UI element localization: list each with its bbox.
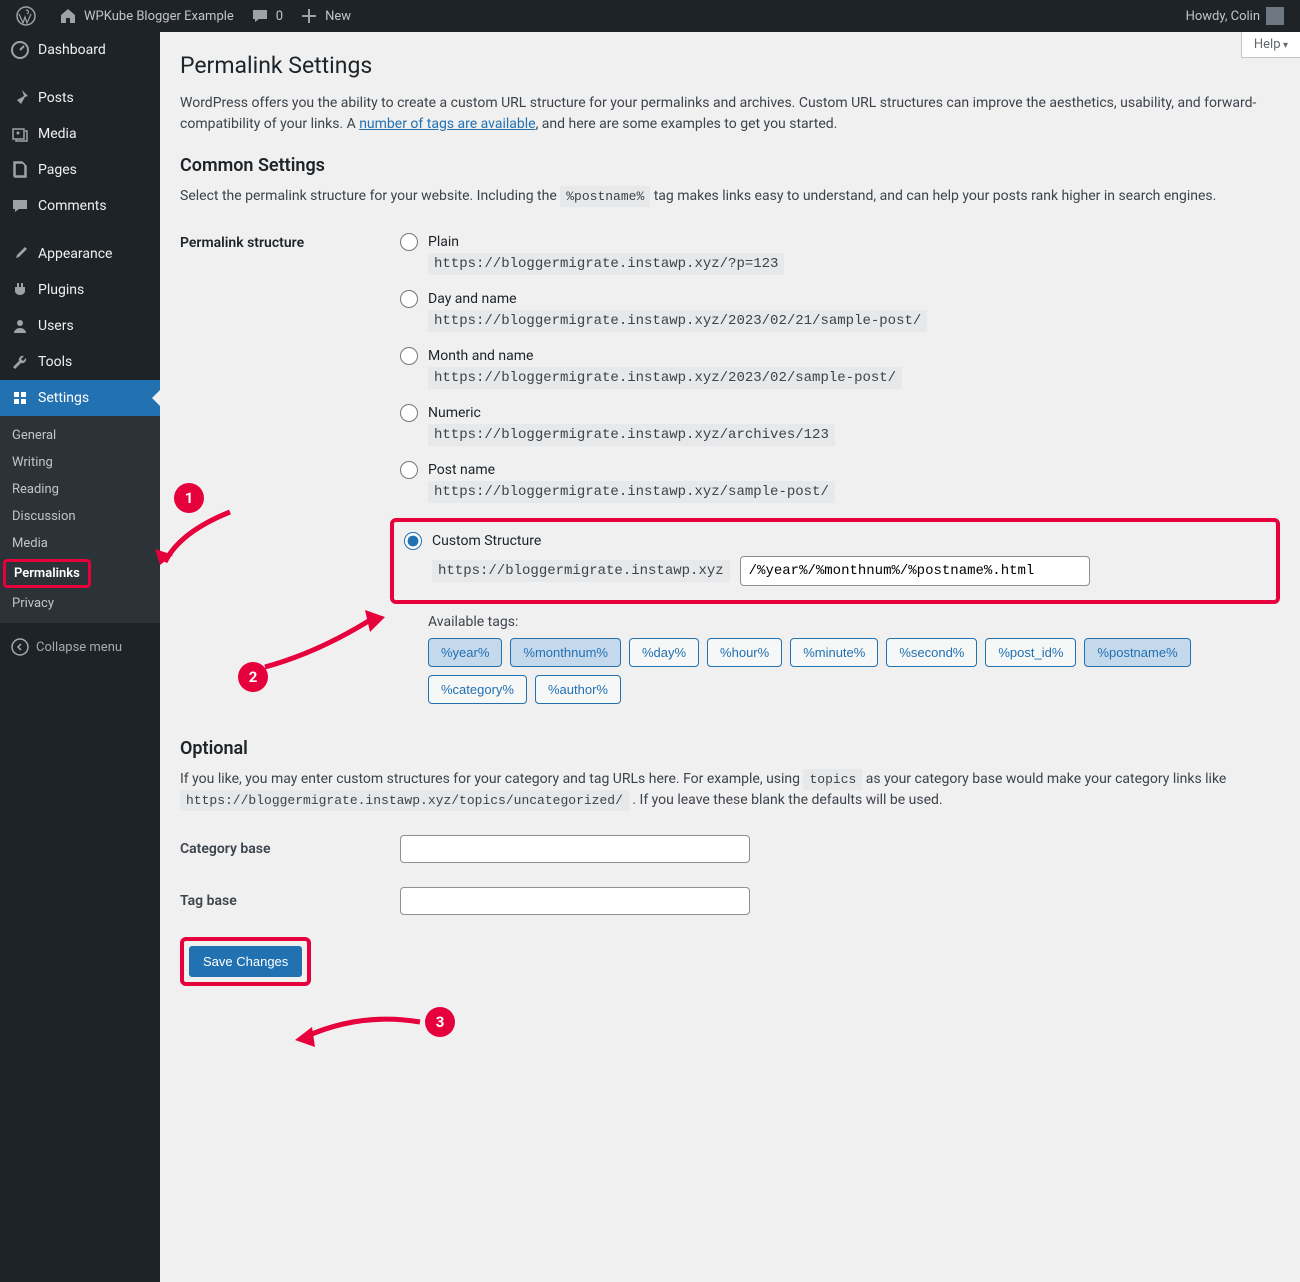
settings-icon [10, 388, 30, 408]
plus-icon [299, 6, 319, 26]
annotation-arrow-2 [260, 592, 390, 672]
url-monthname: https://bloggermigrate.instawp.xyz/2023/… [428, 367, 902, 389]
label-custom[interactable]: Custom Structure [432, 533, 541, 549]
menu-appearance[interactable]: Appearance [0, 236, 160, 272]
label-plain[interactable]: Plain [428, 234, 459, 250]
tag-hour[interactable]: %hour% [707, 638, 782, 667]
tag-base-label: Tag base [180, 893, 400, 909]
new-label: New [325, 9, 351, 24]
radio-custom[interactable] [404, 532, 422, 550]
wordpress-icon [16, 6, 36, 26]
tag-author[interactable]: %author% [535, 675, 621, 704]
content-area: Help Permalink Settings WordPress offers… [160, 32, 1300, 1282]
page-title: Permalink Settings [180, 52, 1280, 79]
menu-media[interactable]: Media [0, 116, 160, 152]
tools-icon [10, 352, 30, 372]
comment-icon [10, 196, 30, 216]
tag-monthnum[interactable]: %monthnum% [510, 638, 621, 667]
tag-year[interactable]: %year% [428, 638, 502, 667]
collapse-menu[interactable]: Collapse menu [0, 629, 160, 665]
sub-privacy[interactable]: Privacy [0, 590, 160, 617]
common-settings-heading: Common Settings [180, 155, 1280, 176]
category-base-input[interactable] [400, 835, 750, 863]
label-numeric[interactable]: Numeric [428, 405, 481, 421]
custom-base-url: https://bloggermigrate.instawp.xyz [432, 560, 730, 582]
tag-post_id[interactable]: %post_id% [985, 638, 1076, 667]
custom-structure-block: Custom Structure https://bloggermigrate.… [390, 518, 1280, 604]
new-link[interactable]: New [291, 0, 359, 32]
radio-plain[interactable] [400, 233, 418, 251]
sub-general[interactable]: General [0, 422, 160, 449]
sub-writing[interactable]: Writing [0, 449, 160, 476]
topics-url-code: https://bloggermigrate.instawp.xyz/topic… [180, 790, 629, 811]
menu-plugins[interactable]: Plugins [0, 272, 160, 308]
media-icon [10, 124, 30, 144]
available-tags-label: Available tags: [428, 614, 1280, 630]
dashboard-icon [10, 40, 30, 60]
howdy-text: Howdy, Colin [1186, 9, 1260, 24]
tag-postname[interactable]: %postname% [1084, 638, 1190, 667]
collapse-icon [10, 637, 30, 657]
url-plain: https://bloggermigrate.instawp.xyz/?p=12… [428, 253, 784, 275]
comments-link[interactable]: 0 [242, 0, 291, 32]
tag-minute[interactable]: %minute% [790, 638, 878, 667]
site-link[interactable]: WPKube Blogger Example [50, 0, 242, 32]
tag-day[interactable]: %day% [629, 638, 699, 667]
plugin-icon [10, 280, 30, 300]
intro-text: WordPress offers you the ability to crea… [180, 93, 1280, 135]
annotation-2: 2 [238, 662, 268, 692]
topics-code: topics [803, 769, 862, 790]
radio-postname[interactable] [400, 461, 418, 479]
users-icon [10, 316, 30, 336]
common-desc: Select the permalink structure for your … [180, 186, 1280, 207]
label-postname[interactable]: Post name [428, 462, 495, 478]
menu-settings[interactable]: Settings [0, 380, 160, 416]
account-link[interactable]: Howdy, Colin [1178, 0, 1292, 32]
annotation-1: 1 [174, 483, 204, 513]
menu-users[interactable]: Users [0, 308, 160, 344]
wp-logo[interactable] [8, 0, 50, 32]
url-postname: https://bloggermigrate.instawp.xyz/sampl… [428, 481, 835, 503]
radio-dayname[interactable] [400, 290, 418, 308]
label-dayname[interactable]: Day and name [428, 291, 517, 307]
radio-monthname[interactable] [400, 347, 418, 365]
sub-permalinks[interactable]: Permalinks [3, 559, 91, 588]
optional-heading: Optional [180, 738, 1280, 759]
custom-structure-input[interactable] [740, 556, 1090, 586]
site-name: WPKube Blogger Example [84, 9, 234, 24]
pin-icon [10, 88, 30, 108]
tag-second[interactable]: %second% [886, 638, 977, 667]
admin-sidebar: Dashboard Posts Media Pages Comments App… [0, 32, 160, 1282]
home-icon [58, 6, 78, 26]
menu-pages[interactable]: Pages [0, 152, 160, 188]
brush-icon [10, 244, 30, 264]
menu-comments[interactable]: Comments [0, 188, 160, 224]
pages-icon [10, 160, 30, 180]
comment-icon [250, 6, 270, 26]
label-monthname[interactable]: Month and name [428, 348, 533, 364]
menu-tools[interactable]: Tools [0, 344, 160, 380]
tags-container: %year% %monthnum% %day% %hour% %minute% %seco… [428, 638, 1280, 704]
comments-count: 0 [276, 9, 283, 24]
help-button[interactable]: Help [1241, 32, 1300, 58]
save-highlight: Save Changes [180, 937, 311, 986]
url-dayname: https://bloggermigrate.instawp.xyz/2023/… [428, 310, 927, 332]
annotation-3: 3 [425, 1007, 455, 1037]
optional-desc: If you like, you may enter custom struct… [180, 769, 1280, 811]
tags-link[interactable]: number of tags are available [359, 116, 535, 132]
save-button[interactable]: Save Changes [189, 946, 302, 977]
annotation-arrow-3 [290, 1002, 430, 1052]
url-numeric: https://bloggermigrate.instawp.xyz/archi… [428, 424, 835, 446]
menu-dashboard[interactable]: Dashboard [0, 32, 160, 68]
tag-base-input[interactable] [400, 887, 750, 915]
radio-numeric[interactable] [400, 404, 418, 422]
avatar [1266, 7, 1284, 25]
admin-bar: WPKube Blogger Example 0 New Howdy, Coli… [0, 0, 1300, 32]
postname-tag-code: %postname% [560, 186, 650, 207]
menu-posts[interactable]: Posts [0, 80, 160, 116]
category-base-label: Category base [180, 841, 400, 857]
tag-category[interactable]: %category% [428, 675, 527, 704]
